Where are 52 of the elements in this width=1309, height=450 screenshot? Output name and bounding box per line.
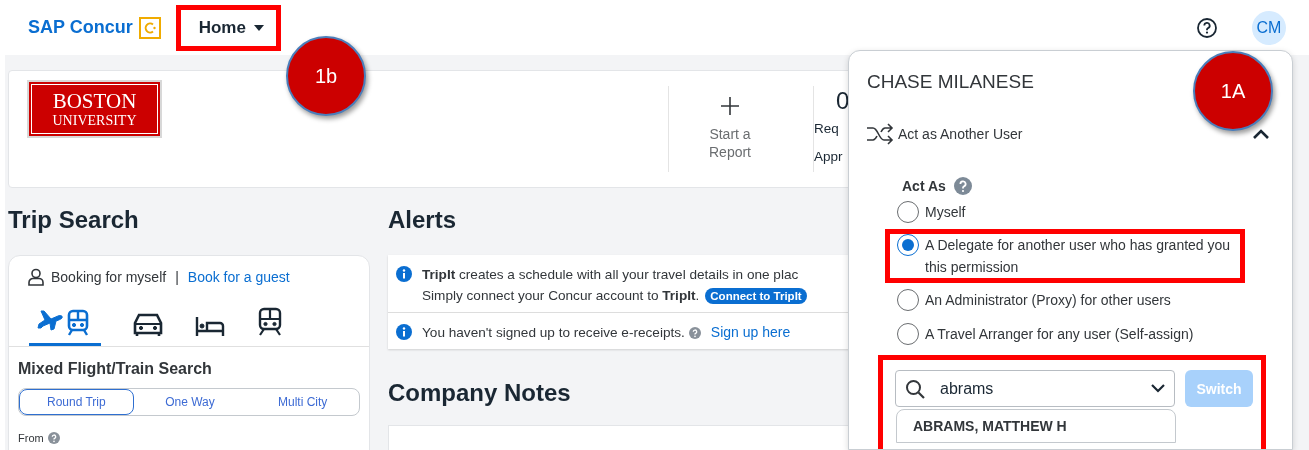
alert-text: TripIt creates a schedule with all your travel details in one plac	[422, 266, 799, 284]
search-result-item[interactable]: ABRAMS, MATTHEW H	[896, 409, 1176, 443]
tile-label: Report	[709, 143, 751, 161]
bed-icon[interactable]	[195, 315, 225, 337]
user-search-field[interactable]: abrams	[895, 370, 1175, 407]
car-icon[interactable]	[133, 311, 163, 337]
brand-logo-text: SAP Concur	[28, 17, 133, 38]
option-label: An Administrator (Proxy) for other users	[925, 291, 1172, 310]
chevron-down-icon	[1151, 384, 1165, 393]
logo-text: UNIVERSITY	[52, 113, 137, 128]
user-avatar[interactable]: CM	[1252, 10, 1286, 45]
field-label: Act As	[902, 178, 946, 194]
logo-text: BOSTON	[52, 90, 137, 112]
option-label: A Travel Arranger for any user (Self-assign)	[925, 325, 1195, 344]
trip-type-tab[interactable]: Round Trip	[19, 389, 134, 415]
person-icon	[28, 268, 44, 286]
search-type-title: Mixed Flight/Train Search	[18, 360, 213, 378]
section-title: Trip Search	[8, 205, 139, 235]
alert-text: Simply connect your Concur account to TripIt.	[422, 287, 700, 305]
help-icon	[47, 432, 60, 444]
plus-icon	[721, 97, 739, 115]
caret-icon	[253, 24, 264, 31]
guest-link[interactable]: Book for a guest	[187, 269, 290, 285]
help-icon[interactable]	[1196, 16, 1218, 39]
trip-type-tab[interactable]: One Way	[133, 389, 247, 415]
user-name: CHASE MILANESE	[867, 71, 1034, 93]
section-label: Act as Another User	[898, 126, 1024, 142]
signup-link[interactable]: Sign up here	[710, 322, 791, 343]
quick-action-tile[interactable]: Start a Report	[668, 86, 791, 172]
field-label: From	[18, 432, 44, 444]
train-icon[interactable]	[257, 307, 283, 337]
tile-count: 0	[836, 87, 850, 115]
info-icon	[396, 266, 412, 282]
search-icon	[905, 379, 925, 399]
shuffle-icon	[866, 123, 894, 145]
alert-text: You haven't signed up to receive e-receipts.	[422, 324, 685, 342]
option-label: A Delegate for another user who has granted you this permission	[925, 236, 1232, 277]
connect-button[interactable]: Connect to TripIt	[705, 287, 807, 304]
callout-marker: 1b	[286, 36, 366, 116]
separator-text: |	[175, 269, 179, 285]
tile-label: Appr	[814, 148, 843, 166]
section-title: Company Notes	[388, 378, 571, 408]
section-title: Alerts	[388, 205, 457, 235]
tile-label: Req	[814, 120, 839, 138]
brand-logo-icon	[138, 16, 161, 39]
booking-label: Booking for myself	[51, 269, 167, 285]
trip-type-tab[interactable]: Multi City	[246, 389, 359, 415]
section-header[interactable]: Act as Another User	[866, 123, 1270, 145]
tile-label: Start a	[709, 125, 751, 143]
info-icon	[396, 324, 412, 340]
help-icon	[953, 177, 972, 195]
option-label: Myself	[925, 203, 967, 222]
